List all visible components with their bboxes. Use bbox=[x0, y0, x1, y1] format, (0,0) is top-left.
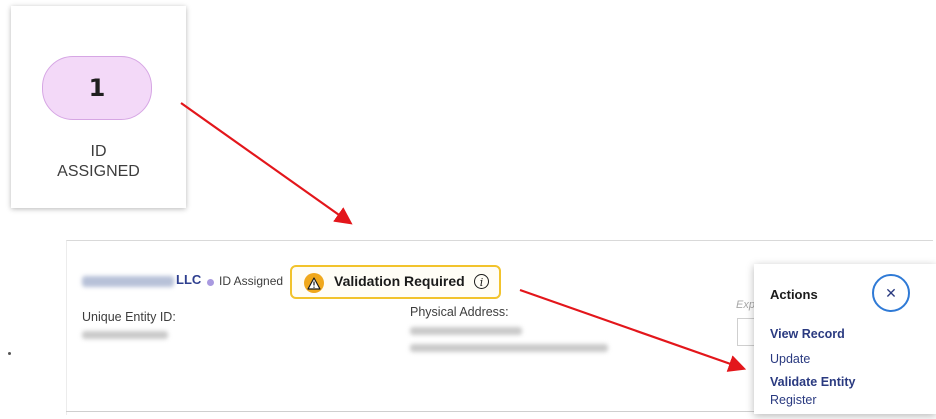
arrow-badge-to-validate bbox=[519, 288, 747, 372]
arrow-card-to-record bbox=[180, 102, 353, 225]
annotation-arrows bbox=[180, 102, 747, 372]
